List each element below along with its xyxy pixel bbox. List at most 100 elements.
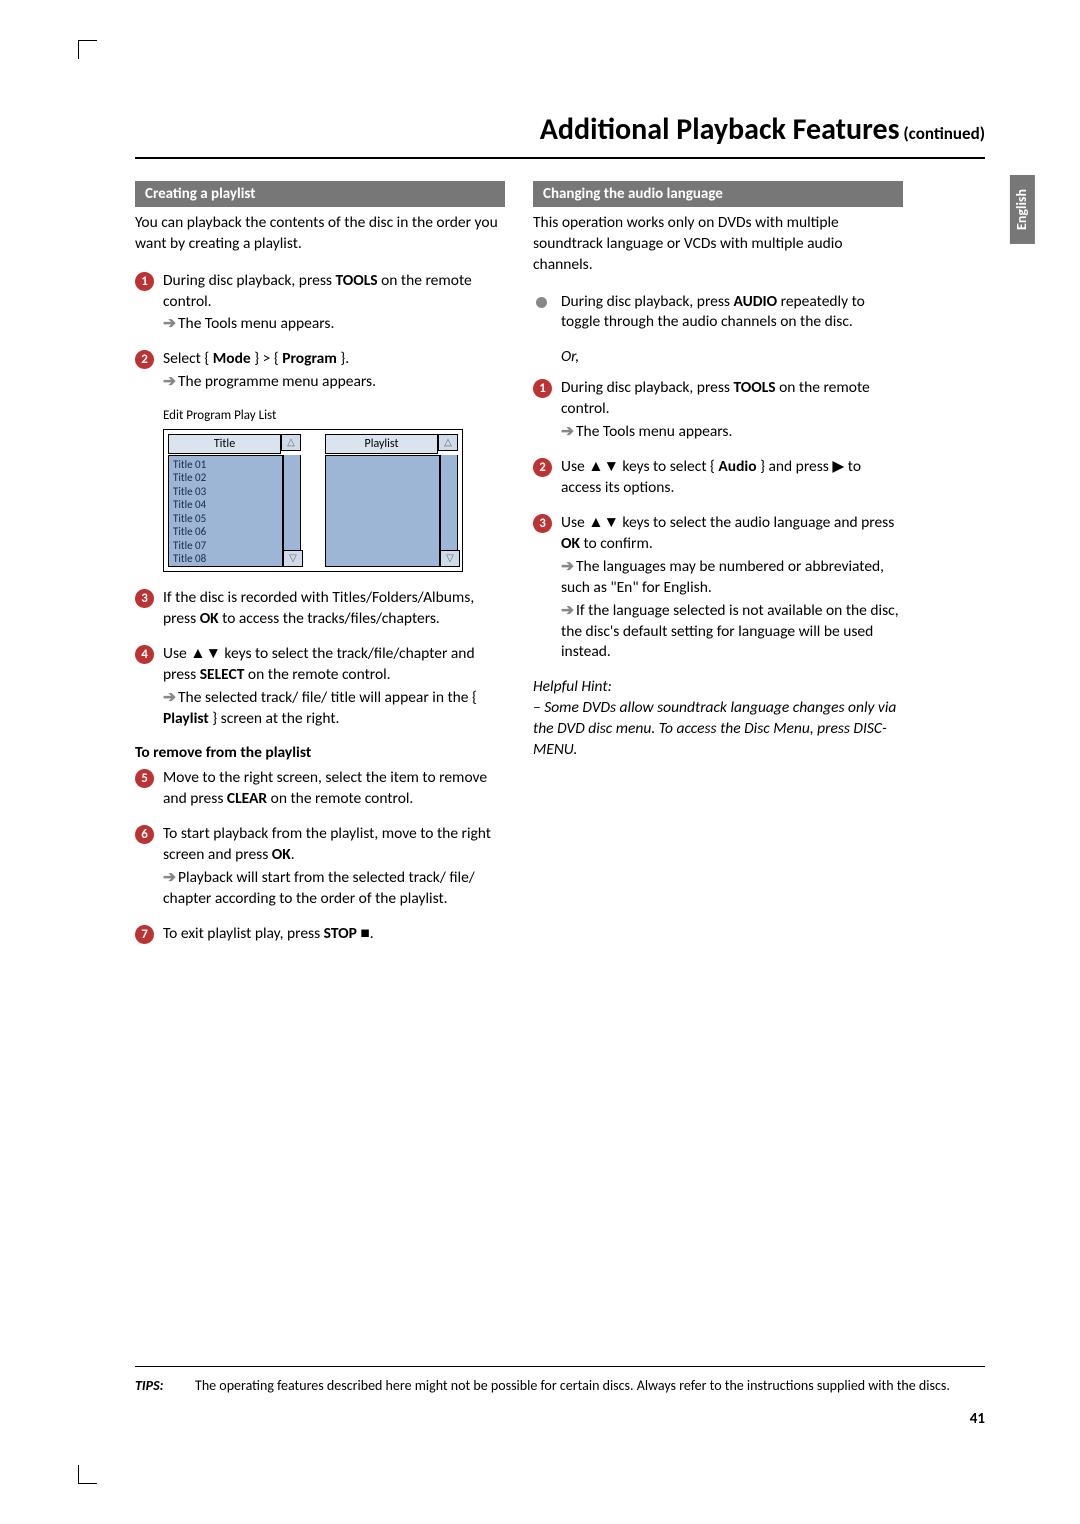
step1-result: The Tools menu appears. [178,314,334,333]
playlist-step-5: 5 Move to the right screen, select the i… [135,768,505,810]
playlist-step-6: 6 To start playback from the playlist, m… [135,824,505,910]
tips-label: TIPS: [135,1377,195,1396]
r-step1-text-a: During disc playback, press [561,378,733,397]
edit-program-playlist-diagram: Edit Program Play List Title △ Title 01 … [163,407,463,572]
step2-text-e: }. [337,349,349,368]
r-step1-result: The Tools menu appears. [576,422,732,441]
step5-text-c: on the remote control. [267,789,413,808]
scroll-up-icon: △ [281,434,301,451]
eppl-caption: Edit Program Play List [163,407,463,425]
r-step3-res1: The languages may be numbered or abbrevi… [561,557,884,597]
eppl-item: Title 04 [173,498,278,512]
step4-res-c: } screen at the right. [209,709,340,728]
step3-ok: OK [200,609,219,628]
step-number-2-icon: 2 [533,458,552,477]
or-text: Or, [561,347,903,368]
result-arrow-icon: ➔ [163,688,176,707]
audio-intro: This operation works only on DVDs with m… [533,213,903,276]
scroll-down-icon: ▽ [440,550,460,567]
page-number: 41 [970,1409,985,1429]
column-left: Creating a playlist You can playback the… [135,181,505,959]
r-step3-ok: OK [561,534,580,553]
crop-mark-bottom-left [78,1465,97,1484]
playlist-intro: You can playback the contents of the dis… [135,213,505,255]
eppl-header-playlist: Playlist [325,434,438,454]
step-number-3-icon: 3 [533,514,552,533]
result-arrow-icon: ➔ [561,557,574,576]
eppl-item: Title 03 [173,485,278,499]
section-heading-audio: Changing the audio language [533,181,903,207]
scroll-up-icon: △ [438,434,458,451]
r-step3-text-c: to confirm. [580,534,653,553]
step6-result: Playback will start from the selected tr… [163,868,475,908]
step4-select: SELECT [200,665,245,684]
page-title-row: Additional Playback Features (continued) [135,110,985,159]
step2-mode: Mode [213,349,251,368]
step2-program: Program [282,349,337,368]
step-number-4-icon: 4 [135,645,154,664]
result-arrow-icon: ➔ [163,868,176,887]
step-number-1-icon: 1 [533,379,552,398]
r-step3-res2: If the language selected is not availabl… [561,601,899,662]
tips-body: The operating features described here mi… [195,1377,985,1396]
eppl-item: Title 05 [173,512,278,526]
playlist-step-3: 3 If the disc is recorded with Titles/Fo… [135,588,505,630]
remove-subheading: To remove from the playlist [135,743,505,764]
step1-text-a: During disc playback, press [163,271,335,290]
r-step3-text-a: Use ▲▼ keys to select the audio language… [561,513,894,532]
bullet-text-a: During disc playback, press [561,292,733,311]
step4-res-a: The selected track/ file/ title will app… [178,688,477,707]
column-right: Changing the audio language This operati… [533,181,903,959]
eppl-item: Title 07 [173,539,278,553]
audio-step-2: 2 Use ▲▼ keys to select { Audio } and pr… [533,457,903,499]
result-arrow-icon: ➔ [561,601,574,620]
eppl-title-list: Title 01 Title 02 Title 03 Title 04 Titl… [168,455,283,567]
r-step2-audio: Audio [718,457,756,476]
section-heading-playlist: Creating a playlist [135,181,505,207]
result-arrow-icon: ➔ [163,372,176,391]
result-arrow-icon: ➔ [163,314,176,333]
step-number-2-icon: 2 [135,350,154,369]
bullet-audio: AUDIO [733,292,777,311]
step1-tools: TOOLS [335,271,377,290]
page-title-sub: (continued) [900,123,985,144]
playlist-step-7: 7 To exit playlist play, press STOP ■. [135,924,505,945]
step6-ok: OK [272,845,291,864]
eppl-playlist-list [325,455,440,567]
content-columns: Creating a playlist You can playback the… [135,181,985,959]
step3-text-c: to access the tracks/files/chapters. [219,609,440,628]
step6-text-a: To start playback from the playlist, mov… [163,824,491,864]
language-tab: English [1010,175,1035,244]
step-number-6-icon: 6 [135,825,154,844]
eppl-playlist-column: Playlist △ ▽ [325,434,458,567]
eppl-item: Title 01 [173,458,278,472]
r-step1-tools: TOOLS [733,378,775,397]
eppl-item: Title 08 [173,552,278,566]
scroll-down-icon: ▽ [283,550,303,567]
hint-label: Helpful Hint: [533,677,903,698]
page-title-main: Additional Playback Features [540,111,900,148]
tips-footer: TIPS: The operating features described h… [135,1366,985,1396]
step7-text-a: To exit playlist play, press [163,924,324,943]
step-number-1-icon: 1 [135,272,154,291]
audio-bullet: During disc playback, press AUDIO repeat… [533,292,903,334]
hint-body: – Some DVDs allow soundtrack language ch… [533,698,903,761]
bullet-icon [536,297,547,308]
step2-text-a: Select { [163,349,213,368]
r-step2-text-a: Use ▲▼ keys to select { [561,457,718,476]
playlist-step-1: 1 During disc playback, press TOOLS on t… [135,271,505,336]
eppl-frame: Title △ Title 01 Title 02 Title 03 Title… [163,429,463,572]
step5-clear: CLEAR [227,789,267,808]
step2-result: The programme menu appears. [178,372,376,391]
playlist-step-2: 2 Select { Mode } > { Program }. ➔The pr… [135,349,505,393]
step2-text-c: } > { [251,349,282,368]
step-number-5-icon: 5 [135,769,154,788]
step7-text-c: ■. [357,924,374,943]
eppl-header-title: Title [168,434,281,454]
eppl-title-column: Title △ Title 01 Title 02 Title 03 Title… [168,434,301,567]
step4-res-playlist: Playlist [163,709,209,728]
eppl-item: Title 02 [173,471,278,485]
playlist-step-4: 4 Use ▲▼ keys to select the track/file/c… [135,644,505,730]
audio-step-3: 3 Use ▲▼ keys to select the audio langua… [533,513,903,663]
result-arrow-icon: ➔ [561,422,574,441]
